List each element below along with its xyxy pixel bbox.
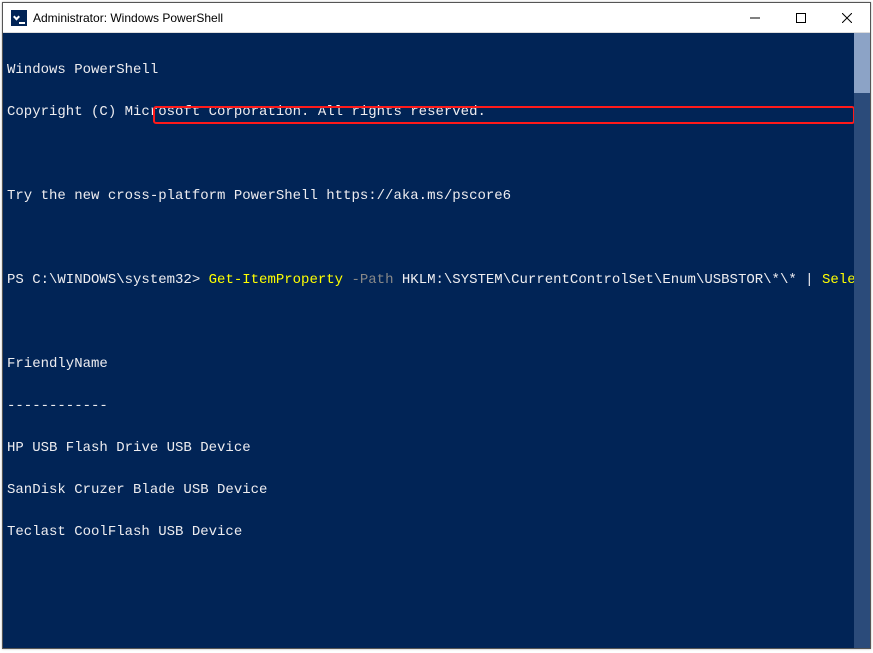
scrollbar[interactable]: [854, 33, 870, 648]
powershell-icon: [11, 10, 27, 26]
window-title: Administrator: Windows PowerShell: [33, 11, 732, 25]
minimize-icon: [750, 13, 760, 23]
banner-line: Copyright (C) Microsoft Corporation. All…: [7, 105, 850, 119]
minimize-button[interactable]: [732, 3, 778, 32]
powershell-window: Administrator: Windows PowerShell Window…: [2, 2, 871, 649]
banner-try-line: Try the new cross-platform PowerShell ht…: [7, 189, 850, 203]
maximize-button[interactable]: [778, 3, 824, 32]
pipe: |: [805, 272, 813, 288]
command-line: PS C:\WINDOWS\system32> Get-ItemProperty…: [7, 273, 850, 287]
blank-line: [7, 315, 850, 329]
terminal[interactable]: Windows PowerShell Copyright (C) Microso…: [3, 33, 854, 648]
blank-line: [7, 609, 850, 623]
blank-line: [7, 231, 850, 245]
output-row: SanDisk Cruzer Blade USB Device: [7, 483, 850, 497]
output-row: HP USB Flash Drive USB Device: [7, 441, 850, 455]
blank-line: [7, 567, 850, 581]
maximize-icon: [796, 13, 806, 23]
cmdlet: Get-ItemProperty: [209, 272, 343, 288]
titlebar[interactable]: Administrator: Windows PowerShell: [3, 3, 870, 33]
terminal-area: Windows PowerShell Copyright (C) Microso…: [3, 33, 870, 648]
param-flag: -Path: [351, 272, 393, 288]
param-value: HKLM:\SYSTEM\CurrentControlSet\Enum\USBS…: [402, 272, 797, 288]
output-row: Teclast CoolFlash USB Device: [7, 525, 850, 539]
blank-line: [7, 147, 850, 161]
output-header: FriendlyName: [7, 357, 850, 371]
select-cmd: Select: [822, 272, 854, 288]
close-button[interactable]: [824, 3, 870, 32]
prompt: PS C:\WINDOWS\system32>: [7, 272, 200, 288]
close-icon: [842, 13, 852, 23]
banner-line: Windows PowerShell: [7, 63, 850, 77]
window-controls: [732, 3, 870, 32]
scrollbar-thumb[interactable]: [854, 33, 870, 93]
output-divider: ------------: [7, 399, 850, 413]
